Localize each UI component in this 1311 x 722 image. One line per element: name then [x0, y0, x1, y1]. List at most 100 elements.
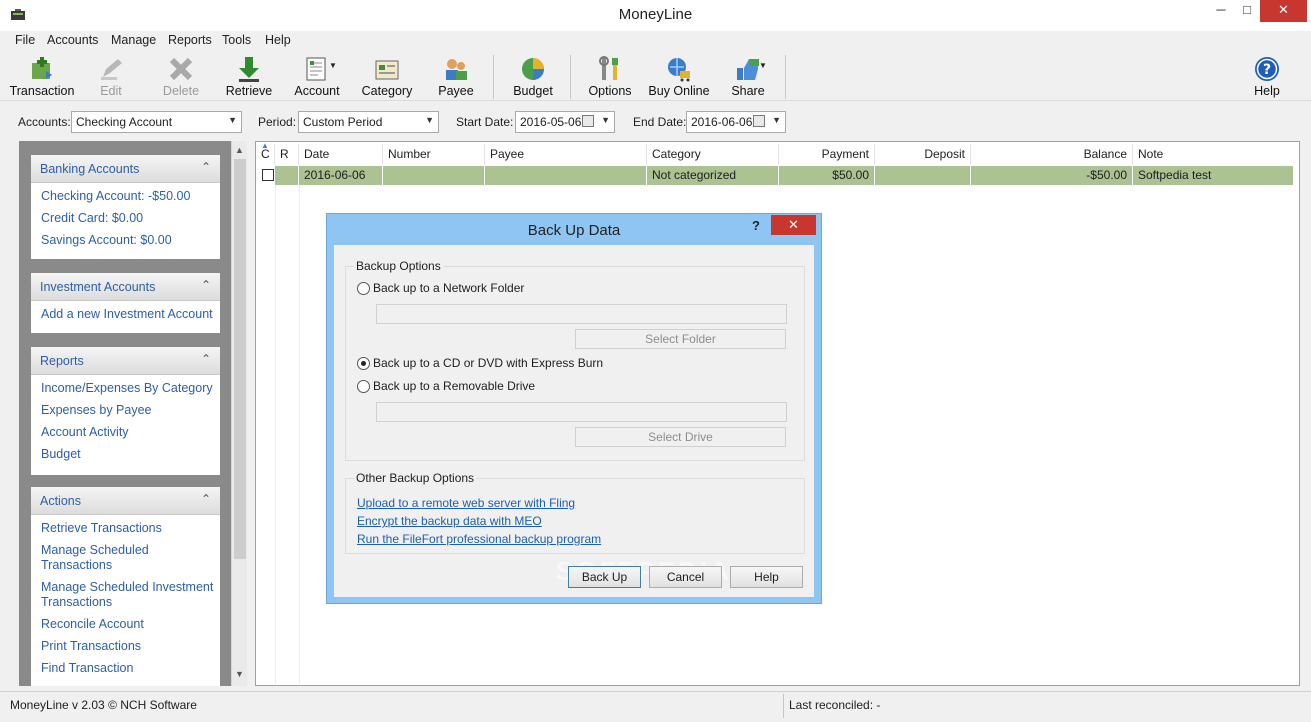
account-dropdown-icon: ▼	[329, 61, 337, 70]
panel-title: Actions	[40, 494, 81, 508]
menu-tools[interactable]: Tools	[222, 33, 251, 47]
menu-help[interactable]: Help	[265, 33, 291, 47]
retrieve-button[interactable]: Retrieve	[223, 53, 275, 99]
scroll-up-icon[interactable]: ▲	[235, 145, 244, 155]
minimize-button[interactable]: ─	[1208, 0, 1234, 22]
sidebar-link-savings-account[interactable]: Savings Account: $0.00	[41, 233, 220, 248]
account-ledger-icon	[306, 57, 326, 81]
sidebar-link-credit-card[interactable]: Credit Card: $0.00	[41, 211, 220, 226]
sidebar-link-add-investment-account[interactable]: Add a new Investment Account	[41, 307, 220, 322]
start-date-label: Start Date:	[456, 115, 514, 129]
sidebar-scrollbar[interactable]: ▲ ▼	[231, 141, 247, 686]
transaction-button[interactable]: Transaction	[8, 53, 76, 99]
panel-header[interactable]: Investment Accounts ⌃	[31, 273, 220, 301]
help-button[interactable]: ? Help	[1246, 53, 1288, 99]
collapse-icon[interactable]: ⌃	[201, 160, 211, 174]
col-header-payee[interactable]: Payee	[485, 144, 647, 164]
sort-ascending-icon: ▲	[261, 141, 269, 150]
fling-link[interactable]: Upload to a remote web server with Fling	[357, 496, 575, 510]
collapse-icon[interactable]: ⌃	[201, 278, 211, 292]
sidebar-link-manage-scheduled-investment-transactions[interactable]: Manage Scheduled Investment Transactions	[41, 580, 220, 610]
calendar-icon	[582, 115, 594, 127]
window-title: MoneyLine	[618, 6, 693, 23]
sidebar-link-print-transactions[interactable]: Print Transactions	[41, 639, 220, 654]
sidebar-link-retrieve-transactions[interactable]: Retrieve Transactions	[41, 521, 220, 536]
end-date-picker[interactable]: 2016-06-06 ▼	[686, 111, 786, 133]
accounts-select[interactable]: Checking Account ▼	[71, 111, 242, 133]
sidebar-link-checking-account[interactable]: Checking Account: -$50.00	[41, 189, 220, 204]
other-backup-options-group: Other Backup Options Upload to a remote …	[345, 471, 805, 554]
payee-button[interactable]: Payee	[430, 53, 482, 99]
dialog-close-button[interactable]: ✕	[771, 215, 816, 235]
col-header-number[interactable]: Number	[383, 144, 485, 164]
options-button[interactable]: Options	[583, 53, 637, 99]
options-tools-icon	[599, 56, 618, 80]
cleared-checkbox[interactable]	[262, 169, 274, 181]
col-header-note[interactable]: Note	[1133, 144, 1299, 164]
account-button[interactable]: ▼ Account	[289, 53, 345, 99]
select-folder-button[interactable]: Select Folder	[575, 329, 786, 349]
back-up-button[interactable]: Back Up	[568, 566, 641, 588]
removable-drive-path-input[interactable]	[376, 402, 787, 422]
period-select[interactable]: Custom Period ▼	[298, 111, 439, 133]
dialog-body: Backup Options Back up to a Network Fold…	[334, 245, 814, 597]
edit-button[interactable]: Edit	[86, 53, 136, 99]
col-header-cleared[interactable]: ▲ C	[256, 141, 275, 164]
panel-header[interactable]: Actions ⌃	[31, 487, 220, 515]
sidebar-link-account-activity[interactable]: Account Activity	[41, 425, 220, 440]
table-row[interactable]: 2016-06-06 Not categorized $50.00 -$50.0…	[256, 166, 1299, 186]
sidebar-link-expenses-by-payee[interactable]: Expenses by Payee	[41, 403, 220, 418]
sidebar-link-find-transaction[interactable]: Find Transaction	[41, 661, 220, 676]
col-header-balance[interactable]: Balance	[971, 144, 1133, 164]
menu-manage[interactable]: Manage	[111, 33, 156, 47]
buy-online-button[interactable]: Buy Online	[648, 53, 710, 99]
dialog-help-icon[interactable]: ?	[752, 218, 760, 233]
start-date-picker[interactable]: 2016-05-06 ▼	[515, 111, 615, 133]
end-date-value: 2016-06-06	[691, 115, 753, 129]
maximize-button[interactable]: □	[1234, 0, 1260, 22]
date-cell: 2016-06-06	[299, 166, 383, 185]
select-drive-button[interactable]: Select Drive	[575, 427, 786, 447]
collapse-icon[interactable]: ⌃	[201, 492, 211, 506]
radio-button[interactable]	[357, 380, 370, 393]
meo-link[interactable]: Encrypt the backup data with MEO	[357, 514, 542, 528]
actions-panel: Actions ⌃ Retrieve Transactions Manage S…	[31, 487, 220, 686]
dialog-help-button[interactable]: Help	[730, 566, 803, 588]
sidebar-link-manage-scheduled-transactions[interactable]: Manage Scheduled Transactions	[41, 543, 220, 573]
delete-button[interactable]: Delete	[156, 53, 206, 99]
globe-cart-icon	[668, 58, 690, 82]
col-header-deposit[interactable]: Deposit	[875, 144, 971, 164]
cancel-button[interactable]: Cancel	[649, 566, 722, 588]
filefort-link[interactable]: Run the FileFort professional backup pro…	[357, 532, 601, 546]
budget-label: Budget	[513, 84, 553, 98]
col-header-payment[interactable]: Payment	[779, 144, 875, 164]
budget-button[interactable]: Budget	[506, 53, 560, 99]
sidebar-link-income-expenses-by-category[interactable]: Income/Expenses By Category	[41, 381, 220, 396]
radio-button[interactable]	[357, 282, 370, 295]
panel-header[interactable]: Reports ⌃	[31, 347, 220, 375]
column-divider	[275, 164, 276, 684]
col-header-reconciled[interactable]: R	[275, 144, 299, 164]
menu-file[interactable]: File	[15, 33, 35, 47]
close-window-button[interactable]: ✕	[1260, 0, 1307, 22]
radio-button-selected[interactable]	[357, 357, 370, 370]
menu-accounts[interactable]: Accounts	[47, 33, 98, 47]
chevron-down-icon: ▼	[228, 115, 237, 125]
col-header-date[interactable]: Date	[299, 144, 383, 164]
collapse-icon[interactable]: ⌃	[201, 352, 211, 366]
sidebar-link-budget[interactable]: Budget	[41, 447, 220, 462]
delete-x-icon	[169, 57, 193, 81]
pie-chart-icon	[522, 58, 544, 80]
scroll-down-icon[interactable]: ▼	[235, 669, 244, 679]
backup-dialog: Back Up Data ? ✕ Backup Options Back up …	[326, 213, 822, 604]
menu-reports[interactable]: Reports	[168, 33, 212, 47]
col-header-category[interactable]: Category	[647, 144, 779, 164]
sidebar-link-reconcile-account[interactable]: Reconcile Account	[41, 617, 220, 632]
network-folder-path-input[interactable]	[376, 304, 787, 324]
group-title: Other Backup Options	[354, 471, 477, 485]
cleared-cell[interactable]	[256, 166, 275, 185]
category-button[interactable]: Category	[357, 53, 417, 99]
scrollbar-thumb[interactable]	[234, 159, 246, 559]
panel-header[interactable]: Banking Accounts ⌃	[31, 155, 220, 183]
share-button[interactable]: ▼ Share	[722, 53, 774, 99]
